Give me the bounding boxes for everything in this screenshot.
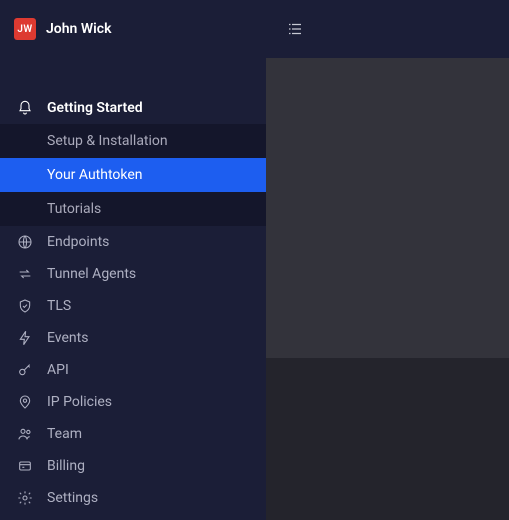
subnav-tutorials[interactable]: Tutorials (0, 192, 266, 226)
location-icon (16, 393, 34, 411)
nav-label: Settings (47, 490, 98, 506)
nav-events[interactable]: Events (0, 322, 266, 354)
gear-icon (16, 489, 34, 507)
team-icon (16, 425, 34, 443)
nav-tunnel-agents[interactable]: Tunnel Agents (0, 258, 266, 290)
swap-icon (16, 265, 34, 283)
nav-label: TLS (47, 298, 71, 314)
shield-icon (16, 297, 34, 315)
avatar: JW (14, 18, 36, 40)
content-panel (266, 58, 509, 358)
user-row[interactable]: JW John Wick (0, 0, 266, 54)
bell-icon (16, 99, 34, 117)
nav-label: API (47, 362, 69, 378)
topbar (266, 0, 509, 58)
subnav-setup-installation[interactable]: Setup & Installation (0, 124, 266, 158)
nav-endpoints[interactable]: Endpoints (0, 226, 266, 258)
nav: Getting Started Setup & Installation You… (0, 92, 266, 514)
nav-label: Tunnel Agents (47, 266, 136, 282)
nav-settings[interactable]: Settings (0, 482, 266, 514)
nav-team[interactable]: Team (0, 418, 266, 450)
nav-label: Team (47, 426, 82, 442)
subnav-your-authtoken[interactable]: Your Authtoken (0, 158, 266, 192)
nav-label: Getting Started (47, 100, 143, 116)
nav-api[interactable]: API (0, 354, 266, 386)
nav-label: Events (47, 330, 88, 346)
nav-ip-policies[interactable]: IP Policies (0, 386, 266, 418)
sidebar: JW John Wick Getting Started Setup & Ins… (0, 0, 266, 520)
key-icon (16, 361, 34, 379)
billing-icon (16, 457, 34, 475)
nav-billing[interactable]: Billing (0, 450, 266, 482)
nav-label: Endpoints (47, 234, 109, 250)
sidebar-toggle-icon[interactable] (284, 18, 306, 40)
nav-label: IP Policies (47, 394, 112, 410)
lightning-icon (16, 329, 34, 347)
nav-tls[interactable]: TLS (0, 290, 266, 322)
globe-icon (16, 233, 34, 251)
nav-label: Billing (47, 458, 85, 474)
main-area (266, 0, 509, 520)
user-name: John Wick (46, 21, 111, 37)
nav-getting-started[interactable]: Getting Started (0, 92, 266, 124)
